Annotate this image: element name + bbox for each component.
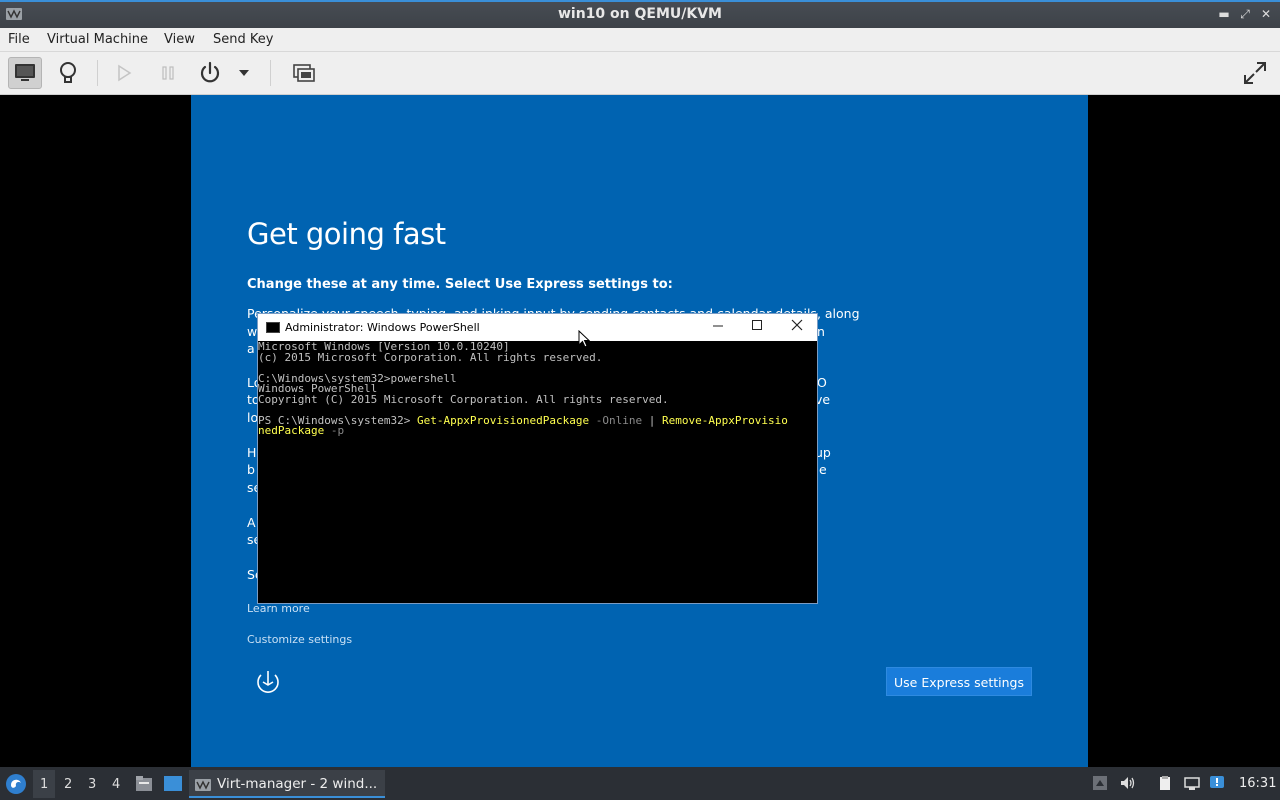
powershell-titlebar[interactable]: Administrator: Windows PowerShell — [258, 314, 817, 341]
console-parameter: -p — [324, 424, 345, 437]
menu-virtual-machine[interactable]: Virtual Machine — [47, 32, 148, 47]
tray-arrow-icon[interactable] — [1092, 775, 1108, 791]
mouse-cursor-icon — [578, 330, 590, 348]
workspace-3[interactable]: 3 — [88, 777, 96, 792]
toolbar-separator — [270, 60, 271, 86]
shutdown-menu-button[interactable] — [233, 57, 255, 89]
console-icon — [266, 322, 280, 333]
taskbar: 1 2 3 4 Virt-manager - 2 wind... 16:31 — [0, 767, 1280, 800]
console-line: (c) 2015 Microsoft Corporation. All righ… — [258, 350, 603, 364]
workspace-1[interactable]: 1 — [40, 777, 48, 792]
oobe-paragraph-3-line2-end: e — [819, 462, 827, 477]
taskbar-button-label: Virt-manager - 2 wind... — [217, 776, 378, 792]
network-icon[interactable] — [1184, 775, 1200, 791]
shutdown-button[interactable] — [193, 57, 227, 89]
fullscreen-icon — [1244, 62, 1266, 84]
menu-send-key[interactable]: Send Key — [213, 32, 273, 47]
maximize-button[interactable]: ⤢ — [1237, 6, 1253, 22]
toolbar — [0, 52, 1280, 95]
powershell-window[interactable]: Administrator: Windows PowerShell Micros… — [257, 313, 818, 604]
workspace-4[interactable]: 4 — [112, 777, 120, 792]
powershell-title: Administrator: Windows PowerShell — [285, 321, 480, 334]
oobe-paragraph-2-end: O — [817, 375, 827, 390]
close-button[interactable]: ✕ — [1258, 6, 1274, 22]
oobe-subtitle: Change these at any time. Select Use Exp… — [247, 277, 673, 292]
menu-view[interactable]: View — [164, 32, 195, 47]
snapshot-icon — [293, 64, 315, 82]
play-icon — [118, 64, 132, 82]
virt-manager-icon — [195, 779, 211, 791]
console-command-line-wrap: nedPackage -p — [258, 424, 817, 437]
window-title: win10 on QEMU/KVM — [557, 6, 722, 22]
power-icon — [200, 61, 220, 83]
oobe-title: Get going fast — [247, 217, 446, 251]
console-cmdlet: nedPackage — [258, 424, 325, 437]
console-view-button[interactable] — [8, 57, 42, 89]
ps-minimize-button[interactable] — [709, 319, 727, 335]
console-parameter: -Online — [589, 413, 643, 427]
taskbar-virt-manager-button[interactable]: Virt-manager - 2 wind... — [189, 770, 385, 798]
lightbulb-icon — [60, 62, 76, 83]
console-pipe: | — [642, 413, 662, 427]
notification-icon[interactable] — [1209, 775, 1225, 791]
ps-maximize-button[interactable] — [748, 319, 766, 335]
file-manager-icon[interactable] — [135, 775, 153, 792]
powershell-console[interactable]: Microsoft Windows [Version 10.0.10240] (c… — [258, 342, 817, 603]
fullscreen-button[interactable] — [1238, 57, 1272, 89]
customize-settings-link[interactable]: Customize settings — [247, 633, 352, 646]
console-cmdlet: Remove-AppxProvisio — [662, 413, 788, 427]
workspace-2[interactable]: 2 — [64, 777, 72, 792]
monitor-icon — [15, 64, 35, 81]
console-line: Copyright (C) 2015 Microsoft Corporation… — [258, 392, 669, 406]
maximize-icon — [752, 320, 762, 330]
menu-file[interactable]: File — [8, 32, 30, 47]
clock: 16:31 — [1239, 776, 1277, 791]
oobe-paragraph-1-line2-end: n — [817, 324, 825, 339]
ease-of-access-icon[interactable] — [253, 667, 283, 697]
toolbar-separator — [97, 60, 98, 86]
minimize-icon — [713, 325, 723, 327]
chevron-down-icon — [239, 70, 249, 76]
start-menu-icon[interactable] — [5, 773, 27, 795]
run-button[interactable] — [107, 57, 141, 89]
details-view-button[interactable] — [51, 57, 85, 89]
volume-icon[interactable] — [1119, 775, 1135, 791]
minimize-button[interactable]: ▬ — [1216, 6, 1232, 22]
snapshots-button[interactable] — [287, 57, 321, 89]
close-icon — [791, 319, 803, 331]
ps-close-button[interactable] — [788, 319, 806, 335]
pause-button[interactable] — [151, 57, 185, 89]
window-titlebar[interactable]: win10 on QEMU/KVM ▬ ⤢ ✕ — [0, 0, 1280, 28]
use-express-settings-button[interactable]: Use Express settings — [886, 667, 1032, 696]
clipboard-icon[interactable] — [1157, 775, 1173, 791]
show-desktop-icon[interactable] — [163, 775, 183, 792]
menu-bar: File Virtual Machine View Send Key — [0, 28, 1280, 52]
console-cmdlet: Get-AppxProvisionedPackage — [416, 413, 590, 427]
pause-icon — [162, 66, 174, 80]
